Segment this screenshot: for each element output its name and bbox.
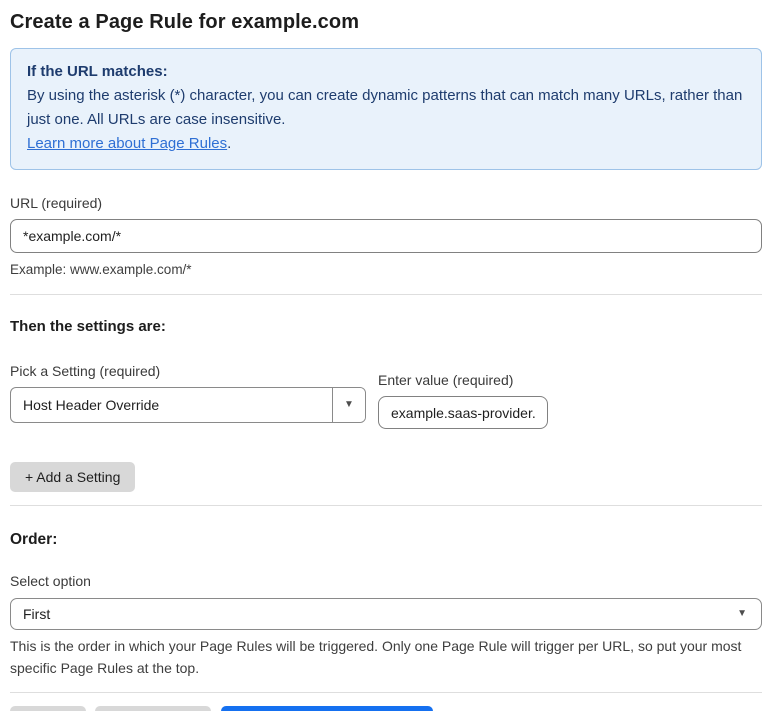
chevron-down-icon: ▼ [344,399,354,410]
order-section-heading: Order: [10,531,58,548]
add-setting-button[interactable]: + Add a Setting [10,462,136,492]
action-button-row: Cancel Save as Draft Save and Deploy Pag… [10,706,762,711]
info-box-link-line: Learn more about Page Rules. [27,132,745,156]
enter-value-label: Enter value (required) [378,372,514,388]
pick-setting-dropdown-button[interactable]: ▼ [332,388,365,422]
order-selected-value: First [23,606,51,622]
pick-setting-selected-value: Host Header Override [23,397,160,413]
url-field-label: URL (required) [10,195,103,211]
setting-row: Pick a Setting (required) Host Header Ov… [10,363,762,429]
divider [10,692,762,693]
setting-value-input[interactable] [378,396,548,429]
settings-section-heading: Then the settings are: [10,318,166,335]
create-page-rule-form: Create a Page Rule for example.com If th… [0,0,772,711]
info-box-body: By using the asterisk (*) character, you… [27,87,743,128]
divider [10,505,762,506]
chevron-down-icon: ▼ [737,608,747,619]
order-select[interactable]: First ▼ [10,598,762,630]
pick-setting-column: Pick a Setting (required) Host Header Ov… [10,363,366,429]
info-box-heading: If the URL matches: [27,63,168,80]
save-and-deploy-button[interactable]: Save and Deploy Page Rule [221,706,434,711]
order-select-label: Select option [10,573,91,589]
link-period: . [227,135,232,152]
cancel-button[interactable]: Cancel [10,706,86,711]
page-title: Create a Page Rule for example.com [10,11,360,33]
learn-more-page-rules-link[interactable]: Learn more about Page Rules [27,135,227,152]
url-input[interactable] [10,219,762,253]
divider [10,294,762,295]
pick-setting-select[interactable]: Host Header Override ▼ [10,387,366,423]
enter-value-column: Enter value (required) [378,372,548,429]
url-example-helper: Example: www.example.com/* [10,262,192,277]
url-matches-info-box: If the URL matches: By using the asteris… [10,48,762,170]
pick-setting-label: Pick a Setting (required) [10,363,161,379]
save-as-draft-button[interactable]: Save as Draft [94,706,212,711]
order-helper-text: This is the order in which your Page Rul… [10,638,742,676]
